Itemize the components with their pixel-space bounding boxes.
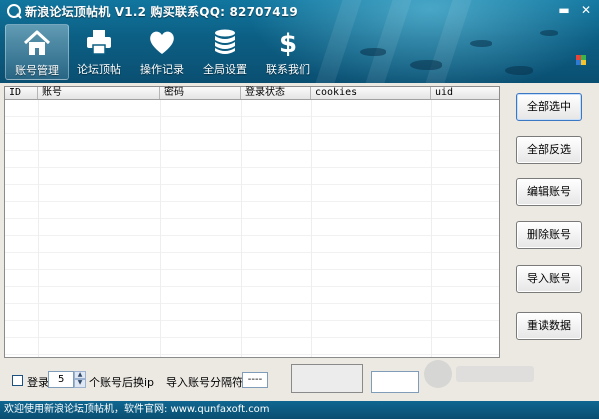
minimize-icon[interactable]: ▬ bbox=[556, 2, 572, 18]
nav-tab-contact-us[interactable]: $ 联系我们 bbox=[257, 24, 319, 80]
table-header: ID 账号 密码 登录状态 cookies uid bbox=[5, 87, 499, 100]
printer-icon bbox=[87, 30, 111, 55]
separator-label: 导入账号分隔符: bbox=[166, 376, 247, 389]
column-divider bbox=[160, 100, 161, 357]
column-header-password[interactable]: 密码 bbox=[160, 87, 241, 99]
table-body[interactable] bbox=[5, 100, 499, 357]
nav-tab-forum-bump[interactable]: 论坛顶帖 bbox=[68, 24, 130, 80]
stepper-up-icon[interactable]: ▲ bbox=[74, 371, 86, 379]
app-header: 新浪论坛顶帖机 V1.2 购买联系QQ: 82707419 ▬ ✕ 账号管理 论… bbox=[0, 0, 599, 83]
heart-icon bbox=[150, 31, 174, 54]
column-divider bbox=[431, 100, 432, 357]
column-header-uid[interactable]: uid bbox=[431, 87, 499, 99]
status-bar: 欢迎使用新浪论坛顶帖机，软件官网: www.qunfaxoft.com bbox=[0, 401, 599, 419]
login-checkbox[interactable] bbox=[12, 375, 23, 386]
select-all-button[interactable]: 全部选中 bbox=[516, 93, 582, 121]
close-icon[interactable]: ✕ bbox=[578, 2, 594, 18]
svg-text:$: $ bbox=[279, 29, 297, 56]
column-divider bbox=[38, 100, 39, 357]
nav-tab-label: 账号管理 bbox=[15, 64, 59, 77]
watermark-logo bbox=[420, 352, 540, 397]
title-bar[interactable]: 新浪论坛顶帖机 V1.2 购买联系QQ: 82707419 ▬ ✕ bbox=[0, 0, 599, 22]
import-account-button[interactable]: 导入账号 bbox=[516, 265, 582, 293]
dollar-icon: $ bbox=[279, 29, 297, 56]
nav-tab-label: 论坛顶帖 bbox=[77, 63, 121, 76]
nav-tab-global-settings[interactable]: 全局设置 bbox=[194, 24, 256, 80]
fish-decoration bbox=[470, 40, 492, 47]
fish-decoration bbox=[540, 30, 558, 36]
app-logo-icon bbox=[7, 4, 22, 19]
watermark-graphic bbox=[424, 360, 534, 388]
nav-tab-label: 操作记录 bbox=[140, 63, 184, 76]
status-display-box bbox=[291, 364, 363, 393]
nav-tab-account-manage[interactable]: 账号管理 bbox=[5, 24, 69, 80]
fish-decoration bbox=[360, 48, 386, 56]
reload-data-button[interactable]: 重读数据 bbox=[516, 312, 582, 340]
column-divider bbox=[311, 100, 312, 357]
nav-tab-label: 联系我们 bbox=[266, 63, 310, 76]
separator-input[interactable]: ---- bbox=[242, 372, 268, 388]
switch-ip-label: 个账号后换ip bbox=[89, 376, 155, 389]
account-count-input[interactable]: 5 bbox=[48, 371, 74, 388]
action-panel: 全部选中 全部反选 编辑账号 删除账号 导入账号 重读数据 bbox=[502, 86, 595, 356]
account-table[interactable]: ID 账号 密码 登录状态 cookies uid bbox=[4, 86, 500, 358]
database-icon bbox=[215, 29, 235, 54]
invert-selection-button[interactable]: 全部反选 bbox=[516, 136, 582, 164]
window-title: 新浪论坛顶帖机 V1.2 购买联系QQ: 82707419 bbox=[25, 5, 298, 19]
extra-input-box[interactable] bbox=[371, 371, 419, 393]
house-icon bbox=[23, 30, 51, 55]
column-header-account[interactable]: 账号 bbox=[38, 87, 160, 99]
column-divider bbox=[241, 100, 242, 357]
column-header-login-status[interactable]: 登录状态 bbox=[241, 87, 311, 99]
column-header-cookies[interactable]: cookies bbox=[311, 87, 431, 99]
login-checkbox-label: 登录 bbox=[27, 376, 49, 389]
fish-decoration bbox=[410, 60, 442, 70]
column-header-id[interactable]: ID bbox=[5, 87, 38, 99]
stepper-down-icon[interactable]: ▼ bbox=[74, 379, 86, 388]
nav-tab-operation-log[interactable]: 操作记录 bbox=[131, 24, 193, 80]
edit-account-button[interactable]: 编辑账号 bbox=[516, 178, 582, 206]
nav-tab-label: 全局设置 bbox=[203, 63, 247, 76]
fish-decoration bbox=[505, 66, 533, 75]
skin-palette-icon[interactable] bbox=[576, 55, 586, 65]
account-count-value: 5 bbox=[58, 374, 65, 385]
delete-account-button[interactable]: 删除账号 bbox=[516, 221, 582, 249]
account-count-stepper[interactable]: ▲ ▼ bbox=[74, 371, 86, 388]
